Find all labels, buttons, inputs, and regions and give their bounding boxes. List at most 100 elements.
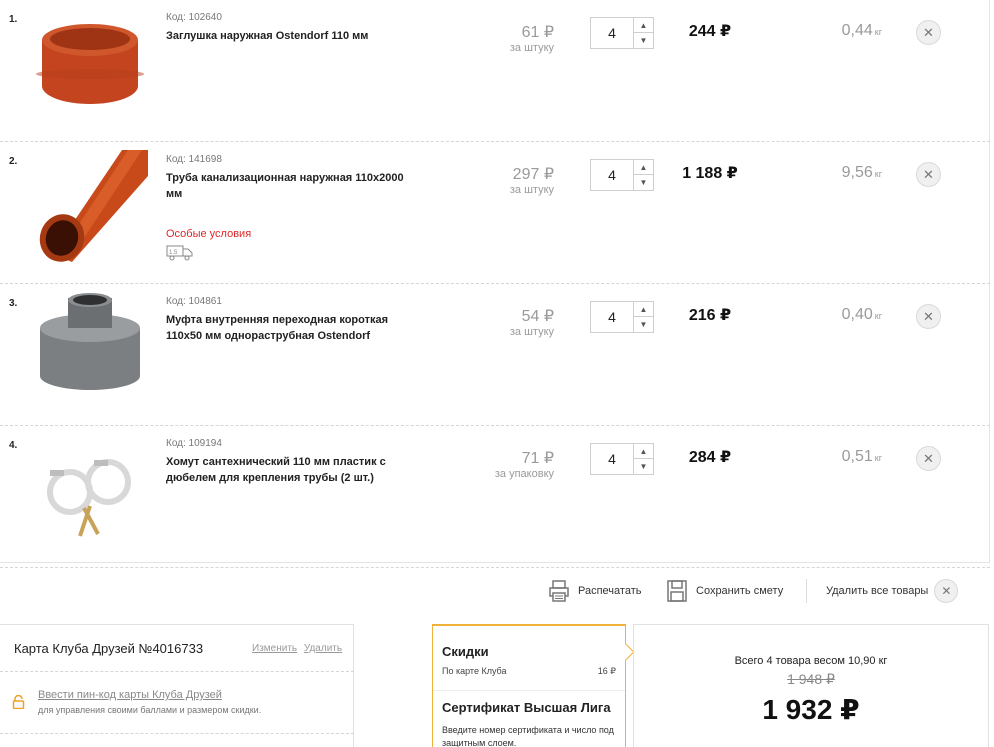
quantity-input[interactable] [591,160,633,190]
truck-icon: 1.5 [166,245,193,261]
quantity-input[interactable] [591,444,633,474]
product-code: Код: 141698 [166,154,222,165]
unit-price: 61 ₽ [521,24,554,41]
row-number: 4. [9,440,18,451]
line-total: 1 188 ₽ [682,165,738,182]
close-icon: ✕ [923,166,934,182]
close-icon: ✕ [923,308,934,324]
enter-pin-link[interactable]: Ввести пин-код карты Клуба Друзей [38,689,222,701]
product-name[interactable]: Муфта внутренняя переходная короткая 110… [166,312,416,344]
price-unit: за штуку [509,42,554,54]
row-number: 2. [9,156,18,167]
print-button[interactable]: Распечатать [548,575,641,607]
quantity-input[interactable] [591,18,633,48]
price-unit: за штуку [509,184,554,196]
row-number: 3. [9,298,18,309]
quantity-stepper: ▲ ▼ [590,443,654,475]
unit-price: 71 ₽ [521,450,554,467]
product-code: Код: 104861 [166,296,222,307]
save-estimate-label: Сохранить смету [696,585,784,597]
svg-text:1.5: 1.5 [169,250,178,256]
divider [433,690,625,691]
cart-row: 1. Код: 102640 Заглушка наружная Ostendo… [0,0,990,142]
product-name[interactable]: Хомут сантехнический 110 мм пластик с дю… [166,454,416,486]
product-code: Код: 109194 [166,438,222,449]
club-delete-link[interactable]: Удалить [304,643,342,654]
product-image [39,150,148,262]
chevron-up-icon[interactable]: ▲ [633,18,653,33]
actions-divider [806,579,807,603]
summary-count-weight: Всего 4 товара весом 10,90 кг [734,655,888,667]
certificate-title[interactable]: Сертификат Высшая Лига [442,700,611,715]
chevron-down-icon[interactable]: ▼ [633,33,653,48]
discounts-panel: Скидки По карте Клуба 16 ₽ Сертификат Вы… [432,624,635,747]
lock-icon [12,695,25,709]
weight-unit: кг [874,453,882,463]
cart-row: 4. Код: 109194 Хомут сантехнический 110 … [0,426,990,568]
club-change-link[interactable]: Изменить [252,643,297,654]
club-discount-value: 16 ₽ [597,666,616,676]
chevron-up-icon[interactable]: ▲ [633,444,653,459]
quantity-input[interactable] [591,302,633,332]
printer-icon [549,580,569,602]
certificate-hint: Введите номер сертификата и число под за… [442,725,614,747]
save-estimate-button[interactable]: Сохранить смету [666,575,783,607]
summary-old-total: 1 948 ₽ [787,671,835,687]
discounts-title: Скидки [442,644,489,659]
price-unit: за упаковку [494,468,554,480]
product-name[interactable]: Труба канализационная наружная 110x2000 … [166,170,416,202]
unit-price: 297 ₽ [512,166,554,183]
remove-all-button[interactable]: Удалить все товары ✕ [826,575,959,607]
weight-value: 0,40 [841,306,873,323]
product-image [36,24,144,104]
special-conditions-link[interactable]: Особые условия [166,228,251,240]
club-card-links: Изменить Удалить [252,643,346,654]
line-weight: 0,51 кг [800,448,882,466]
weight-value: 9,56 [841,164,873,181]
club-card-title: Карта Клуба Друзей №4016733 [14,641,204,656]
floppy-disk-icon [667,580,687,602]
cart-table: 1. Код: 102640 Заглушка наружная Ostendo… [0,0,990,568]
cart-row: 2. Код: 141698 Труба канализационная нар… [0,142,990,284]
line-weight: 0,40 кг [800,306,882,324]
product-image [40,293,140,390]
quantity-stepper: ▲ ▼ [590,301,654,333]
weight-unit: кг [874,311,882,321]
divider [0,671,354,672]
club-discount-row: По карте Клуба 16 ₽ [442,666,616,677]
cart-actions: Распечатать Сохранить смету Удалить все … [0,575,990,607]
quantity-stepper: ▲ ▼ [590,17,654,49]
row-number: 1. [9,14,18,25]
close-icon: ✕ [934,579,959,603]
close-icon: ✕ [923,450,934,466]
weight-value: 0,51 [841,448,873,465]
chevron-up-icon[interactable]: ▲ [633,302,653,317]
chevron-down-icon[interactable]: ▼ [633,459,653,474]
remove-item-button[interactable]: ✕ [916,162,941,187]
summary-old-total-wrap: 1 948 ₽ [634,671,988,688]
close-icon: ✕ [923,24,934,40]
chevron-up-icon[interactable]: ▲ [633,160,653,175]
club-card-panel: Карта Клуба Друзей №4016733 Изменить Уда… [0,624,354,747]
summary-total: 1 932 ₽ [762,694,860,725]
line-weight: 9,56 кг [800,164,882,182]
remove-item-button[interactable]: ✕ [916,20,941,45]
product-image [47,459,131,537]
club-discount-label: По карте Клуба [442,666,507,676]
print-label: Распечатать [578,585,642,597]
remove-item-button[interactable]: ✕ [916,304,941,329]
cart-row: 3. Код: 104861 Муфта внутренняя переходн… [0,284,990,426]
remove-all-label: Удалить все товары [826,585,929,597]
weight-unit: кг [874,27,882,37]
panel-pointer [617,643,635,661]
quantity-stepper: ▲ ▼ [590,159,654,191]
remove-item-button[interactable]: ✕ [916,446,941,471]
chevron-down-icon[interactable]: ▼ [633,175,653,190]
price-unit: за штуку [509,326,554,338]
unit-price: 54 ₽ [521,308,554,325]
order-summary: Всего 4 товара весом 10,90 кг 1 948 ₽ 1 … [633,624,989,747]
product-name[interactable]: Заглушка наружная Ostendorf 110 мм [166,28,416,44]
enter-pin-hint: для управления своими баллами и размером… [38,705,262,715]
chevron-down-icon[interactable]: ▼ [633,317,653,332]
line-total: 284 ₽ [688,449,732,466]
